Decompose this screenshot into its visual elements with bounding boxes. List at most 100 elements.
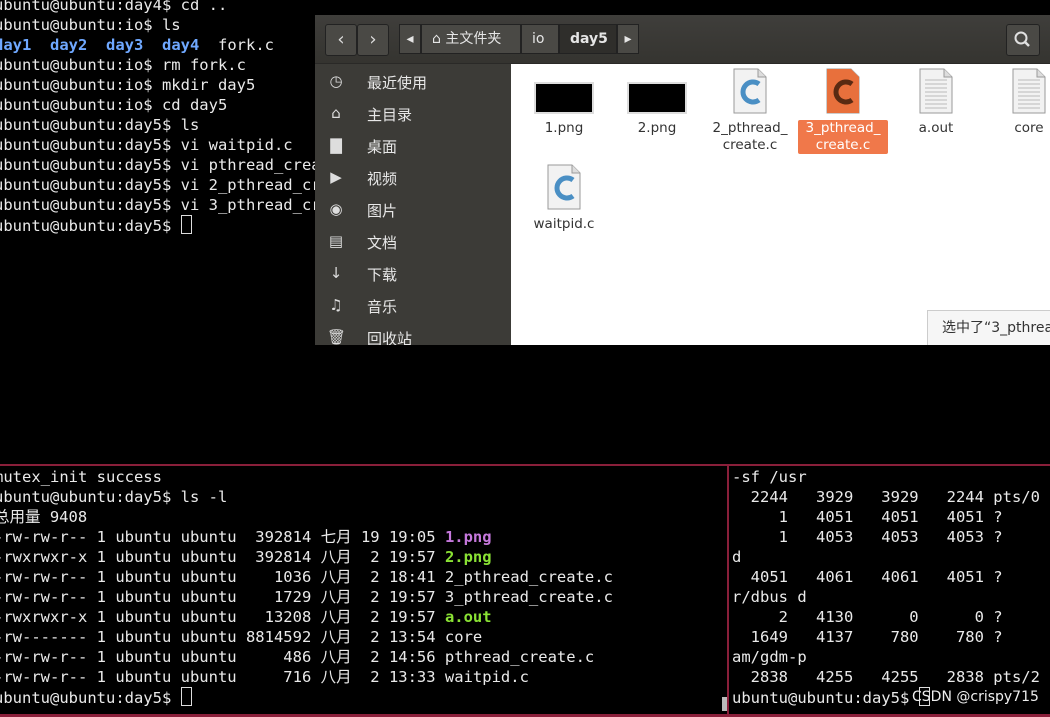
terminal-text: -rw------- 1 ubuntu ubuntu 8814592 八月 2 …	[0, 628, 483, 646]
terminal-line: -rw-rw-r-- 1 ubuntu ubuntu 1729 八月 2 19:…	[0, 587, 724, 607]
file-item[interactable]: 3_pthread_ create.c	[798, 64, 888, 154]
terminal-line: ubuntu@ubuntu:day5$ ls	[0, 115, 324, 135]
terminal-line: ubuntu@ubuntu:day5$ vi 2_pthread_create.…	[0, 175, 324, 195]
terminal-line: day1 day2 day3 day4 fork.c	[0, 35, 324, 55]
terminal-text: -rw-rw-r-- 1 ubuntu ubuntu 1729 八月 2 19:…	[0, 588, 613, 606]
terminal-text: 2244 3929 3929 2244 pts/0	[732, 488, 1040, 506]
file-name: waitpid.c	[533, 216, 595, 232]
breadcrumb-scroll-right[interactable]: ▸	[617, 24, 639, 54]
camera-icon: ◉	[329, 200, 343, 218]
breadcrumb-label: day5	[570, 31, 608, 47]
sidebar-item[interactable]: ◉ 图片	[315, 194, 511, 226]
breadcrumb-day5[interactable]: day5	[559, 24, 617, 54]
terminal-text: ubuntu@ubuntu:io$ mkdir day5	[0, 76, 256, 94]
terminal-text: -rwxrwxr-x 1 ubuntu ubuntu 13208 八月 2 19…	[0, 608, 445, 626]
sidebar-item[interactable]: ▤ 文档	[315, 226, 511, 258]
sidebar-item-label: 回收站	[367, 330, 413, 345]
terminal-line: -rwxrwxr-x 1 ubuntu ubuntu 13208 八月 2 19…	[0, 607, 724, 627]
terminal-line: -sf /usr	[732, 467, 1050, 487]
terminal-text: fork.c	[199, 36, 274, 54]
terminal-text: 1.png	[444, 528, 492, 546]
sidebar-item-label: 主目录	[367, 106, 413, 124]
sidebar-item-label: 最近使用	[367, 74, 428, 92]
terminal-text: ubuntu@ubuntu:day5$ ls -l	[0, 488, 228, 506]
sidebar-item[interactable]: ▇ 桌面	[315, 130, 511, 162]
sidebar-item[interactable]: ▶ 视频	[315, 162, 511, 194]
terminal-text: day1	[0, 36, 32, 54]
terminal-bottom-left[interactable]: mutex_init success ubuntu@ubuntu:day5$ ls…	[0, 467, 724, 713]
terminal-text: ubuntu@ubuntu:io$ ls	[0, 16, 181, 34]
terminal-text: r/dbus d	[732, 588, 807, 606]
file-manager-header: ‹ › ◂ ⌂ 主文件夹 io day5 ▸	[315, 15, 1050, 64]
c-source-file-icon	[731, 68, 769, 114]
terminal-text: 2838 4255 4255 2838 pts/2	[732, 668, 1040, 686]
terminal-line: -rw------- 1 ubuntu ubuntu 8814592 八月 2 …	[0, 627, 724, 647]
sidebar-item[interactable]: ♫ 音乐	[315, 290, 511, 322]
sidebar-item[interactable]: 🗑 回收站	[315, 322, 511, 345]
terminal-line: 1649 4137 780 780 ?	[732, 627, 1050, 647]
terminal-text: 2.png	[444, 548, 492, 566]
terminal-text: 2 4130 0 0 ?	[732, 608, 1003, 626]
file-manager-window: ‹ › ◂ ⌂ 主文件夹 io day5 ▸ ◷ 最近使用 ⌂ 主目录 ▇ 桌面 ▶ 视频 ◉ 图…	[315, 15, 1050, 345]
file-item[interactable]: core	[984, 64, 1050, 137]
sidebar-item-label: 文档	[367, 234, 398, 252]
sidebar-item-label: 音乐	[367, 298, 398, 316]
terminal-text: ubuntu@ubuntu:day5$	[732, 689, 919, 707]
terminal-text: ubuntu@ubuntu:day5$	[0, 217, 181, 235]
trash-icon: 🗑	[327, 328, 347, 345]
file-name: 3_pthread_ create.c	[798, 120, 888, 154]
pane-border	[0, 464, 1050, 466]
terminal-line: -rw-rw-r-- 1 ubuntu ubuntu 1036 八月 2 18:…	[0, 567, 724, 587]
pane-divider[interactable]	[727, 466, 729, 717]
file-item[interactable]: 2.png	[612, 64, 702, 137]
breadcrumb-io[interactable]: io	[521, 24, 559, 54]
terminal-top[interactable]: ubuntu@ubuntu:day4$ cd .. ubuntu@ubuntu:i…	[0, 0, 324, 255]
breadcrumb-scroll-left[interactable]: ◂	[399, 24, 421, 54]
terminal-line: r/dbus d	[732, 587, 1050, 607]
terminal-line: ubuntu@ubuntu:io$ rm fork.c	[0, 55, 324, 75]
sidebar-item[interactable]: ⌂ 主目录	[315, 98, 511, 130]
file-name: core	[1014, 120, 1044, 136]
sidebar-item[interactable]: ◷ 最近使用	[315, 66, 511, 98]
breadcrumb-home[interactable]: ⌂ 主文件夹	[421, 24, 521, 54]
terminal-cursor	[180, 215, 192, 234]
video-icon: ▶	[330, 168, 342, 186]
terminal-line: ubuntu@ubuntu:day5$	[0, 215, 324, 235]
terminal-text: 总用量 9408	[0, 508, 88, 526]
terminal-bottom-right[interactable]: -sf /usr 2244 3929 3929 2244 pts/0 1 405…	[732, 467, 1050, 713]
terminal-text: ubuntu@ubuntu:day5$ vi 2_pthread_create.…	[0, 176, 324, 194]
file-item[interactable]: waitpid.c	[519, 160, 609, 233]
folder-icon: ▇	[330, 136, 342, 154]
terminal-text: 4051 4061 4061 4051 ?	[732, 568, 1003, 586]
terminal-text: mutex_init success	[0, 468, 162, 486]
terminal-text: -rw-rw-r-- 1 ubuntu ubuntu 1036 八月 2 18:…	[0, 568, 613, 586]
terminal-text: day4	[162, 36, 200, 54]
breadcrumb-label: 主文件夹	[445, 31, 502, 47]
back-button[interactable]: ‹	[325, 24, 357, 56]
terminal-line: d	[732, 547, 1050, 567]
terminal-text: 1 4051 4051 4051 ?	[732, 508, 1003, 526]
file-item[interactable]: 2_pthread_ create.c	[705, 64, 795, 154]
sidebar-item-label: 下载	[367, 266, 398, 284]
terminal-text: ubuntu@ubuntu:day5$	[0, 689, 181, 707]
terminal-text: 1 4053 4053 4053 ?	[732, 528, 1003, 546]
terminal-line: 2 4130 0 0 ?	[732, 607, 1050, 627]
text-file-icon	[917, 68, 955, 114]
terminal-line: ubuntu@ubuntu:day5$ vi 3_pthread_create.…	[0, 195, 324, 215]
sidebar-item[interactable]: ↓ 下载	[315, 258, 511, 290]
scrollbar-thumb[interactable]	[722, 697, 727, 711]
terminal-line: 1 4053 4053 4053 ?	[732, 527, 1050, 547]
terminal-text: ubuntu@ubuntu:io$ cd day5	[0, 96, 228, 114]
search-button[interactable]	[1006, 24, 1040, 56]
terminal-line: mutex_init success	[0, 467, 724, 487]
terminal-text: day3	[106, 36, 144, 54]
forward-button[interactable]: ›	[357, 24, 389, 56]
file-item[interactable]: 1.png	[519, 64, 609, 137]
file-name: a.out	[918, 120, 954, 136]
terminal-text: -sf /usr	[732, 468, 807, 486]
download-icon: ↓	[329, 264, 343, 282]
file-item[interactable]: a.out	[891, 64, 981, 137]
terminal-line: 4051 4061 4061 4051 ?	[732, 567, 1050, 587]
